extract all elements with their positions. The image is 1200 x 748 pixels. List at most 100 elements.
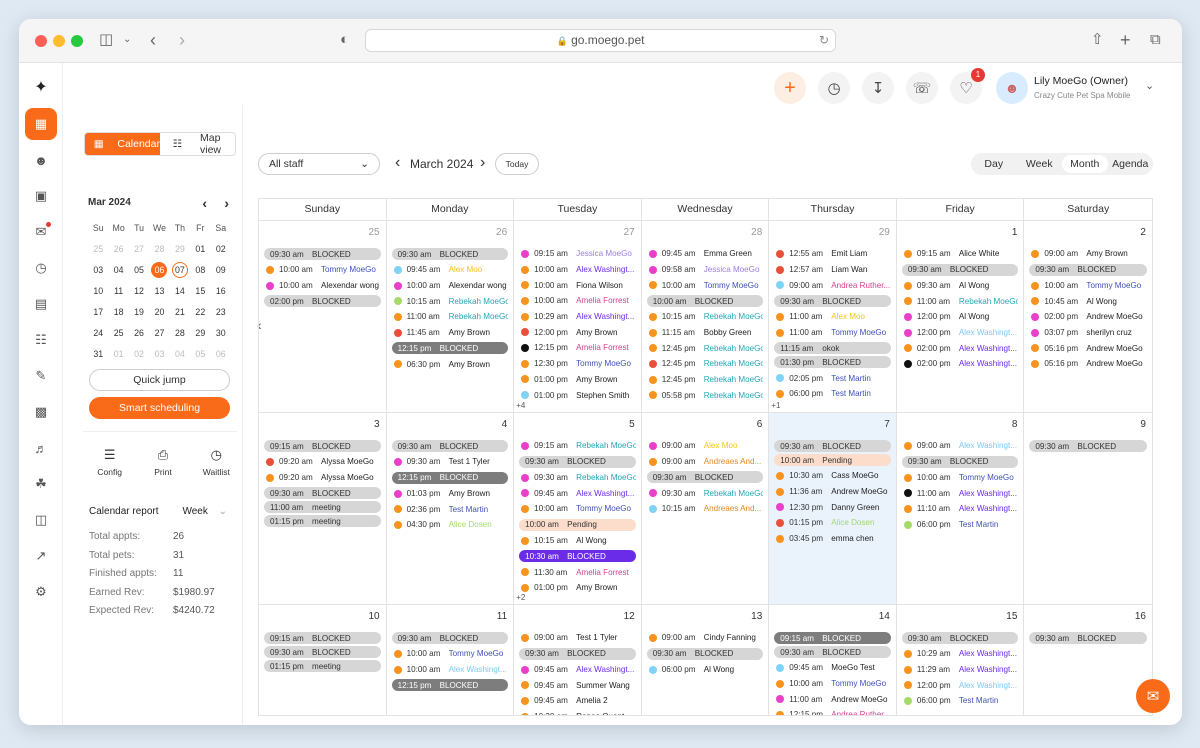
mini-day[interactable]: 30 [211,322,231,343]
more-appointments-link[interactable]: +4 [516,401,525,410]
mini-day[interactable]: 27 [129,238,149,259]
messages-nav-icon[interactable]: ✉ [25,216,57,248]
appointment-item[interactable]: 11:29 am Alex Washingt... [902,662,1019,678]
appointment-item[interactable]: 12:00 pm Al Wong [902,309,1019,325]
mini-day[interactable]: 21 [170,301,190,322]
blocked-time-pill[interactable]: 09:30 am BLOCKED [1029,632,1147,644]
moego-logo-icon[interactable]: ✦ [25,71,57,103]
mini-day[interactable]: 16 [211,280,231,301]
report-period-select[interactable]: Week ⌄ [182,506,227,517]
blocked-time-pill[interactable]: 12:15 pm BLOCKED [391,342,509,355]
appointment-item[interactable]: 02:05 pm Test Martin [774,370,891,386]
mini-day[interactable]: 04 [108,259,128,280]
appointment-item[interactable]: 10:00 am Alex Washingt... [392,662,509,678]
appointment-item[interactable]: 12:15 pm Amelia Forrest [519,340,636,356]
share-icon[interactable]: ⇧ [1091,30,1104,50]
sidebar-toggle-icon[interactable]: ◫ [99,30,113,50]
avatar[interactable]: ☻ [996,72,1028,104]
appointment-item[interactable]: 11:30 am Amelia Forrest [519,564,636,580]
appointment-item[interactable]: 01:15 pm Alice Dosen [774,515,891,531]
day-cell[interactable]: 3 09:15 am BLOCKED 09:20 am Alyssa MoeGo 09:2… [259,413,387,605]
appointment-item[interactable]: 10:00 am Alexendar wong [264,278,381,294]
mini-day[interactable]: 07 [170,259,190,280]
appointment-item[interactable]: 10:29 am Alex Washingt... [519,309,636,325]
appointment-item[interactable]: 12:30 pm Danny Green [774,499,891,515]
appointment-item[interactable]: 12:45 pm Rebekah MoeGo [647,372,763,388]
quick-jump-button[interactable]: Quick jump [89,369,230,391]
blocked-time-pill[interactable]: 09:30 am BLOCKED [901,632,1019,644]
blocked-time-pill[interactable]: 09:30 am BLOCKED [391,440,509,452]
mini-day[interactable]: 15 [190,280,210,301]
appointment-item[interactable]: 09:15 am Rebekah MoeGo [519,438,636,454]
reports-nav-icon[interactable]: ☷ [25,324,57,356]
blocked-time-pill[interactable]: 12:15 pm BLOCKED [391,471,509,484]
appointment-item[interactable]: 10:30 am Cass MoeGo [774,468,891,484]
appointment-item[interactable]: 09:58 am Jessica MoeGo [647,262,764,278]
mini-day[interactable]: 19 [129,301,149,322]
day-cell[interactable]: 2 09:00 am Amy Brown 09:30 am BLOCKED 10:00 a… [1024,221,1152,413]
day-cell[interactable]: 25 09:30 am BLOCKED 10:00 am Tommy MoeGo 10:0… [259,221,387,413]
add-plus-icon[interactable]: + [774,72,806,104]
day-cell[interactable]: 10 09:15 am BLOCKED 09:30 am BLOCKED 01:15 pm… [259,605,387,716]
day-cell[interactable]: 11 09:30 am BLOCKED 10:00 am Tommy MoeGo 10:0… [386,605,515,716]
blocked-time-pill[interactable]: 09:30 am BLOCKED [391,248,509,260]
blocked-time-pill[interactable]: 01:15 pm meeting [264,515,381,528]
appointment-item[interactable]: 01:03 pm Amy Brown [392,486,509,502]
appointment-item[interactable]: 04:30 pm Alice Dosen [392,517,509,533]
appointment-item[interactable]: 09:45 am Alex Washingt... [519,662,636,678]
appointment-item[interactable]: 12:45 pm Rebekah MoeGo [647,340,763,356]
mini-day[interactable]: 04 [170,343,190,364]
day-cell[interactable]: 9 09:30 am BLOCKED [1024,413,1152,605]
appointment-item[interactable]: 02:00 pm Alex Washingt... [902,356,1019,372]
appointment-item[interactable]: 09:00 am Amy Brown [1029,246,1147,262]
appointment-item[interactable]: 10:29 am Alex Washingt... [902,646,1019,662]
appointment-item[interactable]: 12:30 pm Tommy MoeGo [519,356,636,372]
appointment-item[interactable]: 09:00 am Cindy Fanning [647,630,764,646]
appointment-item[interactable]: 03:45 pm emma chen [774,531,891,547]
appointment-item[interactable]: 09:45 am Emma Green [647,246,764,262]
blocked-time-pill[interactable]: 09:30 am BLOCKED [264,487,381,500]
mini-day[interactable]: 24 [88,322,108,343]
appointment-item[interactable]: 11:00 am Rebekah MoeGo [902,293,1018,309]
appointment-item[interactable]: 09:45 am Alex Moo [392,262,509,278]
mini-day[interactable]: 29 [190,322,210,343]
mini-day[interactable]: 05 [190,343,210,364]
blocked-time-pill[interactable]: 10:00 am Pending [774,454,891,466]
appointment-item[interactable]: 10:00 am Tommy MoeGo [647,277,764,293]
blocked-time-pill[interactable]: 09:30 am BLOCKED [646,471,764,484]
retail-nav-icon[interactable]: ▤ [25,288,57,320]
appointment-item[interactable]: 05:16 pm Andrew MoeGo [1029,356,1147,372]
appointment-item[interactable]: 10:00 am Tommy MoeGo [264,262,381,278]
appointment-item[interactable]: 12:45 pm Rebekah MoeGo [647,356,763,372]
mini-day[interactable]: 14 [170,280,190,301]
view-tab-week[interactable]: Week [1017,153,1063,175]
mini-day[interactable]: 03 [88,259,108,280]
appointment-item[interactable]: 10:45 am Al Wong [1029,293,1147,309]
appointment-item[interactable]: 09:00 am Andrea Ruther... [774,277,891,293]
appointment-item[interactable]: 03:07 pm sherilyn cruz [1029,325,1147,341]
appointment-item[interactable]: 06:00 pm Al Wong [647,662,764,678]
appointment-item[interactable]: 11:00 am Rebekah MoeGo [392,309,508,325]
blocked-time-pill[interactable]: 09:30 am BLOCKED [1029,440,1147,452]
day-cell[interactable]: 1 09:15 am Alice White 09:30 am BLOCKED 09:30… [896,221,1025,413]
mini-day[interactable]: 02 [211,238,231,259]
prev-month-icon[interactable]: ‹ [395,154,400,172]
blocked-time-pill[interactable]: 09:30 am BLOCKED [646,647,764,660]
insights-nav-icon[interactable]: ↗ [25,540,57,572]
appointment-item[interactable]: 11:10 am Alex Washingt... [902,501,1019,517]
mini-day[interactable]: 28 [149,238,169,259]
blocked-time-pill[interactable]: 09:30 am BLOCKED [519,455,636,468]
mini-day[interactable]: 02 [129,343,149,364]
blocked-time-pill[interactable]: 01:15 pm meeting [264,660,381,672]
appointment-item[interactable]: 06:00 pm Test Martin [902,517,1019,533]
appointment-item[interactable]: 10:00 am Alexendar wong [392,278,509,294]
mini-day[interactable]: 23 [211,301,231,322]
blocked-time-pill[interactable]: 02:00 pm BLOCKED [264,295,381,308]
appointment-item[interactable]: 09:30 am Rebekah MoeGo [519,470,636,486]
marketing-nav-icon[interactable]: ♬ [25,432,57,464]
mini-day[interactable]: 05 [129,259,149,280]
day-cell[interactable]: 15 09:30 am BLOCKED 10:29 am Alex Washingt..… [896,605,1025,716]
mini-day[interactable]: 25 [88,238,108,259]
blocked-time-pill[interactable]: 09:30 am BLOCKED [774,295,891,308]
mini-day[interactable]: 29 [170,238,190,259]
